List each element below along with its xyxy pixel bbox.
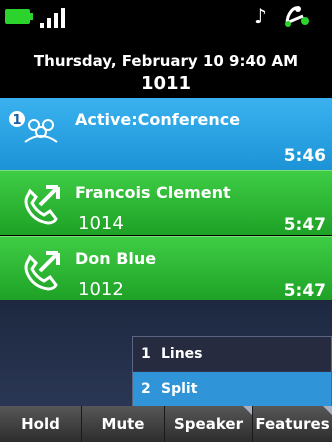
call-title: Active:Conference xyxy=(75,110,241,129)
battery-tip xyxy=(30,13,33,20)
call-duration: 5:47 xyxy=(283,215,326,235)
speaker-label: Speaker xyxy=(174,415,243,433)
extension-number: 1011 xyxy=(140,73,192,94)
status-bar: ♪ xyxy=(0,0,332,32)
menu-item-number: 1 xyxy=(141,346,151,362)
menu-item-label: Split xyxy=(161,381,198,397)
menu-item-split[interactable]: 2 Split xyxy=(133,372,331,406)
headset-icon xyxy=(285,6,309,27)
phone-call-icon xyxy=(24,185,60,225)
features-softkey[interactable]: Features xyxy=(253,406,332,442)
phone-call-icon xyxy=(24,251,60,291)
battery-icon xyxy=(5,9,30,24)
conference-icon: 1 xyxy=(9,111,58,143)
signal-icon xyxy=(40,6,80,28)
caller-number: 1014 xyxy=(78,213,124,234)
music-note-icon: ♪ xyxy=(254,4,267,28)
menu-item-label: Lines xyxy=(161,346,203,362)
caller-name: Don Blue xyxy=(75,249,157,268)
speaker-softkey[interactable]: Speaker xyxy=(165,406,253,442)
call-row-conference[interactable]: 1 Active:Conference 5:46 xyxy=(0,98,332,170)
conference-badge: 1 xyxy=(12,113,21,128)
date-time: Thursday, February 10 9:40 AM xyxy=(33,52,299,70)
softkey-bar: Hold Mute Speaker Features xyxy=(0,406,332,442)
caller-number: 1012 xyxy=(78,279,124,300)
more-indicator xyxy=(323,406,332,415)
call-row-francois-clement[interactable]: Francois Clement 1014 5:47 xyxy=(0,170,332,235)
hold-softkey[interactable]: Hold xyxy=(0,406,82,442)
caller-name: Francois Clement xyxy=(75,183,231,202)
features-label: Features xyxy=(255,415,330,433)
menu-item-lines[interactable]: 1 Lines xyxy=(133,337,331,371)
call-duration: 5:46 xyxy=(283,146,326,166)
call-duration: 5:47 xyxy=(283,281,326,301)
header: Thursday, February 10 9:40 AM 1011 xyxy=(0,32,332,98)
features-menu: 1 Lines 2 Split xyxy=(132,336,332,408)
menu-item-number: 2 xyxy=(141,381,151,397)
more-indicator xyxy=(243,406,252,415)
mute-softkey[interactable]: Mute xyxy=(82,406,165,442)
call-row-don-blue[interactable]: Don Blue 1012 5:47 xyxy=(0,236,332,301)
